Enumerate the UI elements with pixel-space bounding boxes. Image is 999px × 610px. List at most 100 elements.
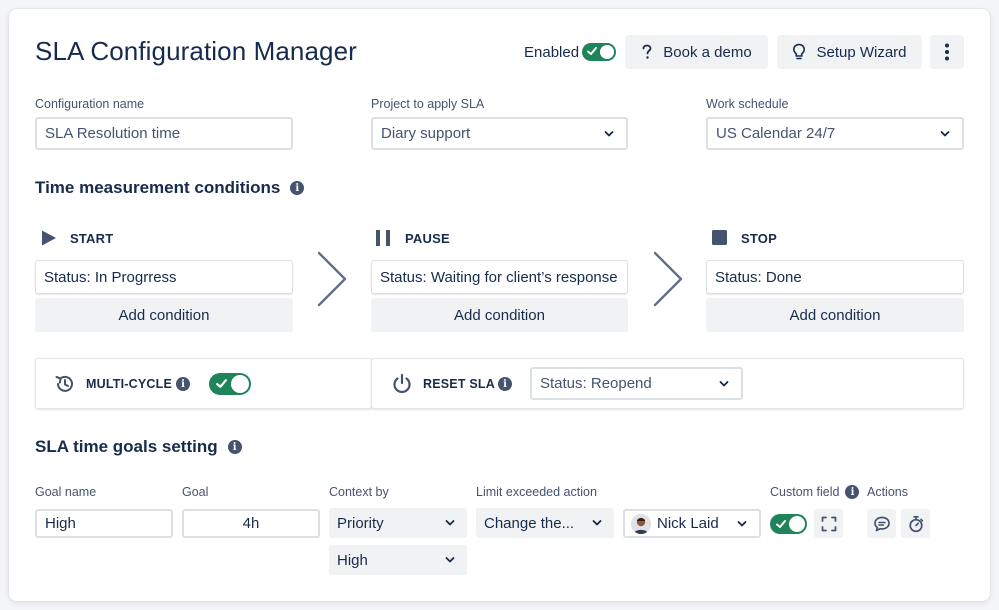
config-name-value: SLA Resolution time <box>45 125 181 142</box>
timer-button[interactable] <box>901 509 930 538</box>
limit-action-value: Change the... <box>484 514 575 532</box>
goals-title-text: SLA time goals setting <box>35 437 218 456</box>
pause-status-condition[interactable]: Status: Waiting for client’s response <box>371 260 628 294</box>
comment-icon <box>873 516 890 531</box>
info-icon[interactable]: i <box>845 485 860 499</box>
expand-button[interactable] <box>814 509 843 538</box>
check-icon <box>587 47 597 55</box>
add-condition-label: Add condition <box>789 306 881 324</box>
start-status-text: Status: In Progrress <box>44 268 177 286</box>
chevron-down-icon <box>445 557 455 563</box>
actions-column: Actions <box>867 485 908 499</box>
goals-title: SLA time goals setting i <box>35 437 242 457</box>
add-condition-label: Add condition <box>118 306 210 324</box>
multicycle-toggle[interactable] <box>209 373 251 395</box>
context-by-select[interactable]: Priority <box>329 508 467 538</box>
lightbulb-icon <box>792 43 806 61</box>
goal-name-input[interactable]: High <box>35 509 173 538</box>
book-demo-label: Book a demo <box>663 43 752 61</box>
history-icon <box>55 375 73 392</box>
check-icon <box>216 379 227 388</box>
config-name-input[interactable]: SLA Resolution time <box>35 117 293 150</box>
goal-name-column: Goal name <box>35 485 97 499</box>
user-avatar-image <box>631 513 651 534</box>
stop-icon <box>712 230 727 245</box>
user-avatar <box>631 513 651 534</box>
stop-label: STOP <box>741 230 777 246</box>
stopwatch-icon <box>908 515 923 532</box>
goal-input[interactable]: 4h <box>182 509 320 538</box>
conditions-title: Time measurement conditions i <box>35 178 305 198</box>
limit-action-column: Limit exceeded action <box>476 485 597 499</box>
book-demo-button[interactable]: Book a demo <box>625 35 768 69</box>
assignee-select[interactable]: Nick Laid <box>623 509 761 538</box>
goal-name-value: High <box>45 515 76 532</box>
reset-sla-select[interactable]: Status: Reopend <box>530 367 743 400</box>
check-icon <box>776 520 786 528</box>
pause-status-text: Status: Waiting for client’s response <box>380 268 618 286</box>
chevron-down-icon <box>737 520 747 526</box>
custom-field-label: Custom field <box>770 485 840 499</box>
more-vertical-icon <box>945 43 949 61</box>
chevron-down-icon <box>592 520 602 526</box>
conditions-title-text: Time measurement conditions <box>35 178 281 197</box>
enabled-toggle[interactable] <box>582 43 616 61</box>
start-status-condition[interactable]: Status: In Progrress <box>35 260 293 294</box>
stop-status-condition[interactable]: Status: Done <box>706 260 964 294</box>
context-value-select[interactable]: High <box>329 545 467 575</box>
start-label: START <box>70 230 114 246</box>
question-icon <box>641 44 653 60</box>
setup-wizard-button[interactable]: Setup Wizard <box>777 35 922 69</box>
comment-button[interactable] <box>867 509 896 538</box>
chevron-down-icon <box>719 380 729 386</box>
chevron-right-icon <box>653 251 683 307</box>
context-column: Context by <box>329 485 389 499</box>
toggle-knob <box>789 516 805 532</box>
limit-action-select[interactable]: Change the... <box>476 508 614 538</box>
pause-phase-header: PAUSE <box>375 229 450 247</box>
toggle-knob <box>231 375 249 393</box>
multicycle-label: MULTI-CYCLE <box>86 377 172 391</box>
more-options-button[interactable] <box>930 35 964 69</box>
pause-add-condition-button[interactable]: Add condition <box>371 298 628 332</box>
stop-phase-header: STOP <box>711 229 777 247</box>
info-icon[interactable]: i <box>290 181 305 195</box>
reset-sla-value: Status: Reopend <box>540 375 652 392</box>
context-value: High <box>337 551 368 569</box>
assignee-name: Nick Laid <box>657 515 719 532</box>
enabled-label: Enabled <box>524 44 580 61</box>
power-icon <box>393 373 411 394</box>
context-by-value: Priority <box>337 514 384 532</box>
pause-icon <box>376 230 390 246</box>
play-icon <box>42 230 56 246</box>
schedule-label: Work schedule <box>706 97 789 111</box>
add-condition-label: Add condition <box>454 306 545 324</box>
project-label: Project to apply SLA <box>371 97 485 111</box>
pause-label: PAUSE <box>405 230 450 246</box>
config-name-label: Configuration name <box>35 97 145 111</box>
info-icon[interactable]: i <box>498 377 512 391</box>
custom-field-column: Custom field i <box>770 485 860 499</box>
custom-field-toggle[interactable] <box>770 514 807 534</box>
stop-status-text: Status: Done <box>715 268 802 286</box>
setup-wizard-label: Setup Wizard <box>816 43 907 61</box>
reset-sla-label: RESET SLA <box>423 377 495 391</box>
info-icon[interactable]: i <box>176 377 190 391</box>
chevron-down-icon <box>604 130 614 136</box>
schedule-value: US Calendar 24/7 <box>716 125 836 142</box>
goal-column: Goal <box>182 485 209 499</box>
page-title: SLA Configuration Manager <box>35 36 357 66</box>
goal-value: 4h <box>242 515 260 532</box>
project-select[interactable]: Diary support <box>371 117 628 150</box>
chevron-down-icon <box>445 520 455 526</box>
start-add-condition-button[interactable]: Add condition <box>35 298 293 332</box>
chevron-right-icon <box>317 251 347 307</box>
start-phase-header: START <box>40 229 113 247</box>
project-value: Diary support <box>381 125 471 142</box>
toggle-knob <box>600 45 614 59</box>
schedule-select[interactable]: US Calendar 24/7 <box>706 117 964 150</box>
stop-add-condition-button[interactable]: Add condition <box>706 298 964 332</box>
chevron-down-icon <box>940 130 950 136</box>
expand-icon <box>821 516 836 531</box>
info-icon[interactable]: i <box>227 440 242 454</box>
